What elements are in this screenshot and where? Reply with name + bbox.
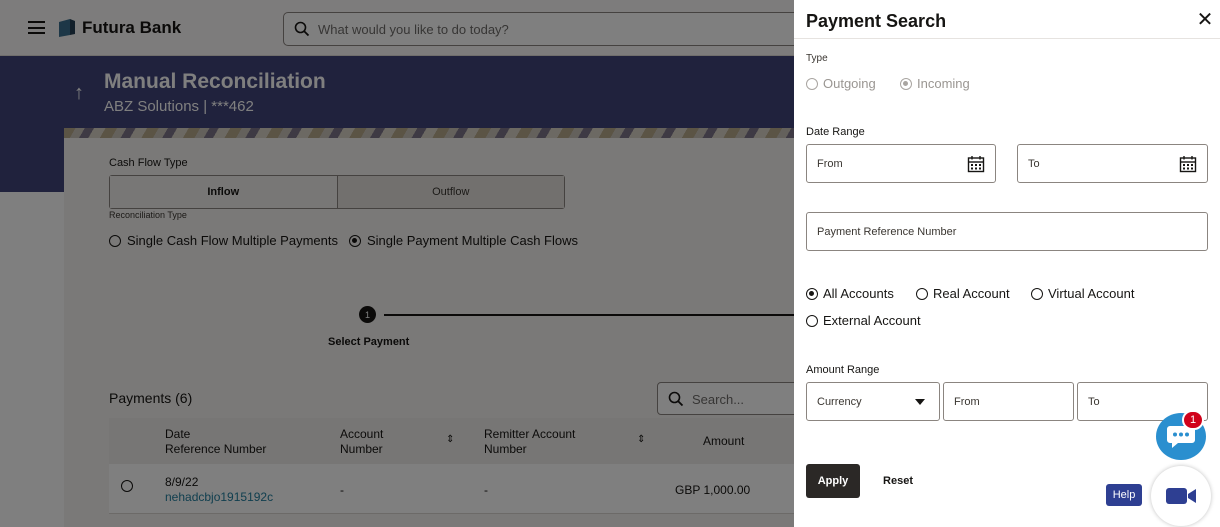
row-reference-link[interactable]: nehadcbjo1915192c (165, 490, 273, 505)
reset-button[interactable]: Reset (878, 464, 918, 498)
account-option-label: All Accounts (823, 286, 894, 301)
column-header-line: Number (340, 442, 383, 456)
amount-from-placeholder: From (954, 396, 980, 408)
global-search-placeholder: What would you like to do today? (318, 22, 509, 37)
chevron-down-icon (915, 399, 925, 405)
search-icon (294, 21, 310, 37)
recon-option-single-payment[interactable]: Single Payment Multiple Cash Flows (349, 233, 578, 248)
column-header-line: Date (165, 427, 191, 441)
account-option-label: External Account (823, 313, 921, 328)
radio-icon (109, 234, 121, 247)
date-from-field[interactable]: From (806, 144, 996, 183)
page-title: Manual Reconciliation (104, 70, 326, 93)
column-header-line: Account (340, 427, 384, 441)
column-header-line: Number (484, 442, 527, 456)
video-camera-icon (1166, 488, 1196, 504)
payment-reference-placeholder: Payment Reference Number (817, 226, 957, 238)
step-label: Select Payment (328, 336, 410, 348)
radio-selected-icon (349, 234, 361, 247)
account-option-label: Virtual Account (1048, 286, 1135, 301)
currency-placeholder: Currency (817, 396, 862, 408)
amount-to-placeholder: To (1088, 396, 1100, 408)
column-header-date[interactable]: Date Reference Number (165, 427, 266, 457)
column-header-amount[interactable]: Amount (703, 434, 744, 449)
recon-option-label: Single Cash Flow Multiple Payments (127, 233, 338, 248)
calendar-icon[interactable] (967, 155, 985, 173)
type-option-incoming[interactable]: Incoming (900, 76, 970, 91)
search-icon (668, 391, 684, 407)
drawer-title: Payment Search (806, 11, 947, 31)
type-option-label: Outgoing (823, 76, 876, 91)
inflow-option[interactable]: Inflow (110, 176, 338, 208)
amount-from-field[interactable]: From (943, 382, 1074, 421)
date-to-placeholder: To (1028, 158, 1040, 170)
account-option-external[interactable]: External Account (806, 313, 921, 328)
column-header-account[interactable]: Account Number (340, 427, 383, 457)
type-option-label: Incoming (917, 76, 970, 91)
date-to-field[interactable]: To (1017, 144, 1208, 183)
step-indicator: 1 (359, 306, 376, 323)
notification-badge: 1 (1182, 410, 1204, 430)
menu-icon[interactable] (28, 21, 45, 34)
column-header-line: Remitter Account (484, 427, 576, 441)
radio-icon (916, 287, 928, 300)
close-icon[interactable]: ✕ (1194, 9, 1216, 31)
column-header-line: Reference Number (165, 442, 267, 456)
calendar-icon[interactable] (1179, 155, 1197, 173)
sort-icon[interactable]: ⇕ (446, 434, 454, 445)
payments-search-placeholder: Search... (692, 392, 745, 407)
payments-search-input[interactable]: Search... (657, 382, 817, 415)
recon-option-label: Single Payment Multiple Cash Flows (367, 233, 578, 248)
video-call-button[interactable] (1151, 466, 1211, 526)
cash-flow-toggle: Inflow Outflow (109, 175, 565, 209)
cash-flow-type-label: Cash Flow Type (109, 157, 188, 169)
sort-icon[interactable]: ⇕ (637, 434, 645, 445)
radio-selected-icon (900, 77, 912, 90)
row-date: 8/9/22 (165, 475, 199, 489)
apply-button[interactable]: Apply (806, 464, 860, 498)
back-arrow-icon[interactable]: ↑ (74, 82, 84, 105)
global-search-input[interactable]: What would you like to do today? (283, 12, 813, 46)
page-subtitle: ABZ Solutions | ***462 (104, 98, 254, 115)
step-connector (384, 314, 794, 316)
date-range-label: Date Range (806, 126, 865, 138)
column-header-remitter[interactable]: Remitter Account Number (484, 427, 575, 457)
divider (794, 38, 1220, 39)
amount-range-label: Amount Range (806, 364, 880, 376)
radio-selected-icon (806, 287, 818, 300)
type-option-outgoing[interactable]: Outgoing (806, 76, 876, 91)
reconciliation-type-label: Reconciliation Type (109, 210, 187, 220)
bank-logo-icon (59, 19, 75, 37)
row-amount: GBP 1,000.00 (675, 483, 751, 497)
brand-name: Futura Bank (82, 18, 182, 37)
radio-icon (1031, 287, 1043, 300)
row-account: - (340, 483, 344, 497)
outflow-option[interactable]: Outflow (337, 176, 564, 208)
payment-reference-field[interactable]: Payment Reference Number (806, 212, 1208, 251)
recon-option-single-cash-flow[interactable]: Single Cash Flow Multiple Payments (109, 233, 338, 248)
type-label: Type (806, 53, 828, 64)
payments-heading: Payments (6) (109, 390, 193, 406)
row-remitter: - (484, 483, 488, 497)
payment-search-drawer: Payment Search ✕ Type Outgoing Incoming … (794, 0, 1220, 527)
account-option-virtual[interactable]: Virtual Account (1031, 286, 1134, 301)
account-option-all[interactable]: All Accounts (806, 286, 894, 301)
account-option-label: Real Account (933, 286, 1010, 301)
help-label[interactable]: Help (1106, 484, 1142, 506)
radio-icon (806, 77, 818, 90)
row-select-radio[interactable] (121, 480, 133, 492)
radio-icon (806, 314, 818, 327)
date-from-placeholder: From (817, 158, 843, 170)
currency-select[interactable]: Currency (806, 382, 940, 421)
account-option-real[interactable]: Real Account (916, 286, 1010, 301)
